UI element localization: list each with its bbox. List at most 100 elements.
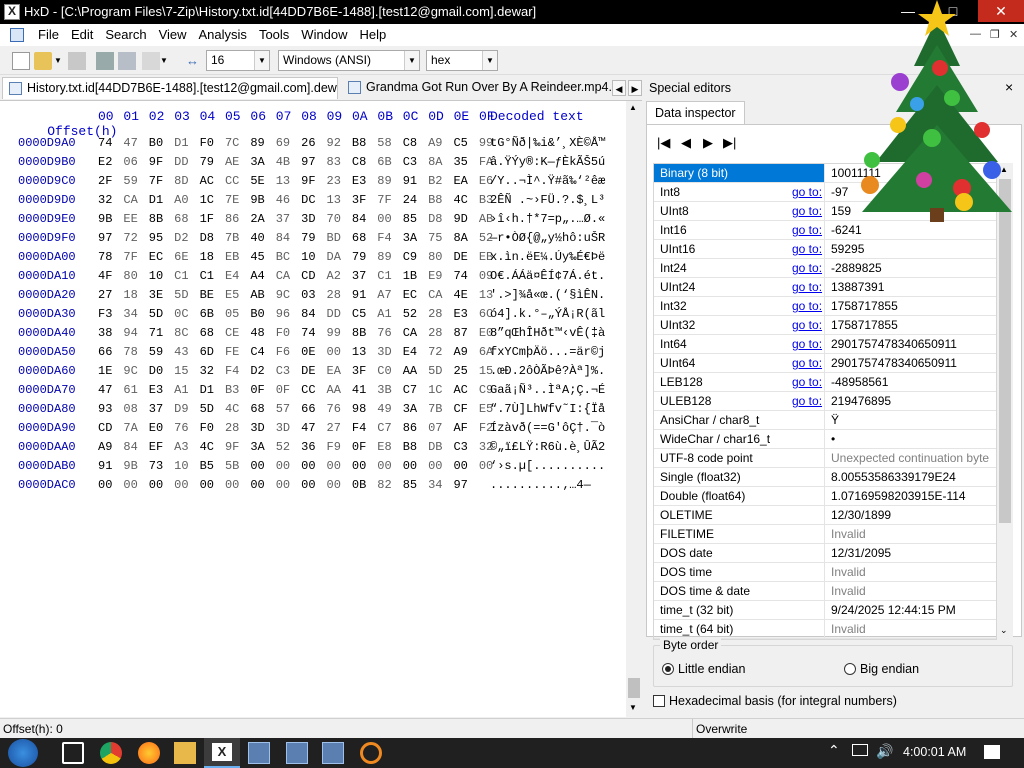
inspector-row[interactable]: DOS time & date Invalid bbox=[654, 582, 996, 601]
hex-byte[interactable]: 8A bbox=[428, 155, 453, 169]
tab-scroll-left-icon[interactable]: ◀ bbox=[612, 80, 626, 96]
hex-byte[interactable]: 78 bbox=[123, 345, 148, 359]
hex-byte[interactable]: A0 bbox=[174, 193, 199, 207]
menu-analysis[interactable]: Analysis bbox=[193, 27, 253, 42]
hex-byte[interactable]: 40 bbox=[250, 231, 275, 245]
hex-byte[interactable]: C4 bbox=[250, 345, 275, 359]
hex-byte[interactable]: 47 bbox=[98, 383, 123, 397]
hex-byte[interactable]: 4E bbox=[453, 288, 478, 302]
hex-byte[interactable]: 78 bbox=[98, 250, 123, 264]
hex-byte[interactable]: 69 bbox=[276, 136, 301, 150]
hex-byte[interactable]: C9 bbox=[403, 250, 428, 264]
hex-byte[interactable]: 3D bbox=[250, 421, 275, 435]
hex-byte[interactable]: 3A bbox=[250, 155, 275, 169]
hex-byte[interactable]: 37 bbox=[149, 402, 174, 416]
hex-byte[interactable]: 85 bbox=[403, 478, 428, 492]
hex-byte[interactable]: 07 bbox=[428, 421, 453, 435]
hex-byte[interactable]: AA bbox=[403, 364, 428, 378]
hex-byte[interactable]: EC bbox=[149, 250, 174, 264]
document-icon[interactable] bbox=[10, 28, 24, 42]
inspector-value[interactable]: 12/31/2095 bbox=[831, 546, 891, 560]
hex-byte[interactable]: 9C bbox=[123, 364, 148, 378]
hex-byte[interactable]: 85 bbox=[403, 212, 428, 226]
inspector-row[interactable]: UTF-8 code point Unexpected continuation … bbox=[654, 449, 996, 468]
hex-byte[interactable]: E5 bbox=[225, 288, 250, 302]
hex-byte[interactable]: F9 bbox=[327, 440, 352, 454]
hex-byte[interactable]: 79 bbox=[352, 250, 377, 264]
hex-byte[interactable]: 47 bbox=[123, 136, 148, 150]
tab-data-inspector[interactable]: Data inspector bbox=[646, 101, 745, 125]
decoded-text[interactable]: “.7Ù]LhWfv˜I:{Ïå bbox=[490, 402, 630, 416]
hex-byte[interactable]: 24 bbox=[403, 193, 428, 207]
hex-byte[interactable]: CC bbox=[301, 383, 326, 397]
inspector-value[interactable]: Invalid bbox=[831, 584, 866, 598]
hex-byte[interactable]: A1 bbox=[174, 383, 199, 397]
inspector-value[interactable]: -6241 bbox=[831, 223, 862, 237]
hex-byte[interactable]: 74 bbox=[301, 326, 326, 340]
hex-byte[interactable]: 74 bbox=[98, 136, 123, 150]
decoded-text[interactable]: '.>]¾å«œ.(‘§ìÊN. bbox=[490, 288, 630, 302]
hex-byte[interactable]: 84 bbox=[123, 440, 148, 454]
hex-byte[interactable]: CD bbox=[98, 421, 123, 435]
file-explorer-icon[interactable] bbox=[174, 742, 196, 764]
offset-base-select[interactable]: hex ▼ bbox=[426, 50, 498, 71]
charset-select[interactable]: Windows (ANSI) ▼ bbox=[278, 50, 420, 71]
hex-byte[interactable]: 7A bbox=[123, 421, 148, 435]
first-byte-icon[interactable]: |◀ bbox=[657, 135, 670, 151]
hex-byte[interactable]: 7C bbox=[225, 136, 250, 150]
volume-icon[interactable]: 🔊 bbox=[876, 743, 893, 760]
hex-byte[interactable]: 28 bbox=[327, 288, 352, 302]
hex-byte[interactable]: 9F bbox=[149, 155, 174, 169]
hex-byte[interactable]: 28 bbox=[428, 307, 453, 321]
hex-byte[interactable]: 91 bbox=[352, 288, 377, 302]
hex-byte[interactable]: 59 bbox=[149, 345, 174, 359]
hex-byte[interactable]: CA bbox=[428, 288, 453, 302]
inspector-value[interactable]: 2901757478340650911 bbox=[831, 356, 957, 370]
hex-byte[interactable]: B8 bbox=[352, 136, 377, 150]
hex-byte[interactable]: 1C bbox=[428, 383, 453, 397]
inspector-row[interactable]: Int64 go to: 2901757478340650911 bbox=[654, 335, 996, 354]
inspector-row[interactable]: time_t (32 bit) 9/24/2025 12:44:15 PM bbox=[654, 601, 996, 620]
hex-byte[interactable]: B0 bbox=[149, 136, 174, 150]
hex-byte[interactable]: 00 bbox=[377, 212, 402, 226]
hex-byte[interactable]: DD bbox=[174, 155, 199, 169]
inspector-value[interactable]: 12/30/1899 bbox=[831, 508, 891, 522]
inspector-row[interactable]: AnsiChar / char8_t Ÿ bbox=[654, 411, 996, 430]
goto-link[interactable]: go to: bbox=[792, 261, 822, 275]
hex-byte[interactable]: 36 bbox=[301, 440, 326, 454]
big-endian-radio[interactable]: Big endian bbox=[844, 662, 919, 676]
hex-byte[interactable]: A9 bbox=[453, 345, 478, 359]
notifications-icon[interactable] bbox=[984, 745, 1000, 759]
hex-byte[interactable]: F4 bbox=[352, 421, 377, 435]
hex-byte[interactable]: 00 bbox=[352, 459, 377, 473]
hex-byte[interactable]: EA bbox=[327, 364, 352, 378]
inspector-row[interactable]: FILETIME Invalid bbox=[654, 525, 996, 544]
hex-byte[interactable]: CD bbox=[301, 269, 326, 283]
decoded-text[interactable]: ›î‹h.†*7=p„.…Ø.« bbox=[490, 212, 630, 226]
hex-byte[interactable]: 1E bbox=[98, 364, 123, 378]
hex-byte[interactable]: 70 bbox=[327, 212, 352, 226]
hex-byte[interactable]: 3E bbox=[149, 288, 174, 302]
inspector-row[interactable]: UInt64 go to: 2901757478340650911 bbox=[654, 354, 996, 373]
hex-byte[interactable]: 73 bbox=[149, 459, 174, 473]
decoded-text[interactable]: Gaã¡Ñ³..ÌªA;Ç.¬É bbox=[490, 383, 630, 397]
inspector-value[interactable]: 2901757478340650911 bbox=[831, 337, 957, 351]
hex-byte[interactable]: C3 bbox=[403, 155, 428, 169]
hex-byte[interactable]: 34 bbox=[428, 478, 453, 492]
inspector-value[interactable]: Unexpected continuation byte bbox=[831, 451, 989, 465]
hex-byte[interactable]: 00 bbox=[276, 478, 301, 492]
hex-byte[interactable]: 5D bbox=[174, 288, 199, 302]
hex-byte[interactable]: C7 bbox=[377, 421, 402, 435]
hex-byte[interactable]: EF bbox=[149, 440, 174, 454]
hex-byte[interactable]: 48 bbox=[250, 326, 275, 340]
hex-byte[interactable]: 4C bbox=[453, 193, 478, 207]
hex-byte[interactable]: 13 bbox=[327, 193, 352, 207]
hex-byte[interactable]: 00 bbox=[250, 459, 275, 473]
goto-link[interactable]: go to: bbox=[792, 204, 822, 218]
hex-byte[interactable]: D0 bbox=[149, 364, 174, 378]
hex-byte[interactable]: 79 bbox=[200, 155, 225, 169]
menu-edit[interactable]: Edit bbox=[65, 27, 99, 42]
hex-byte[interactable]: 98 bbox=[352, 402, 377, 416]
hex-byte[interactable]: 4C bbox=[200, 440, 225, 454]
hex-byte[interactable]: 47 bbox=[301, 421, 326, 435]
